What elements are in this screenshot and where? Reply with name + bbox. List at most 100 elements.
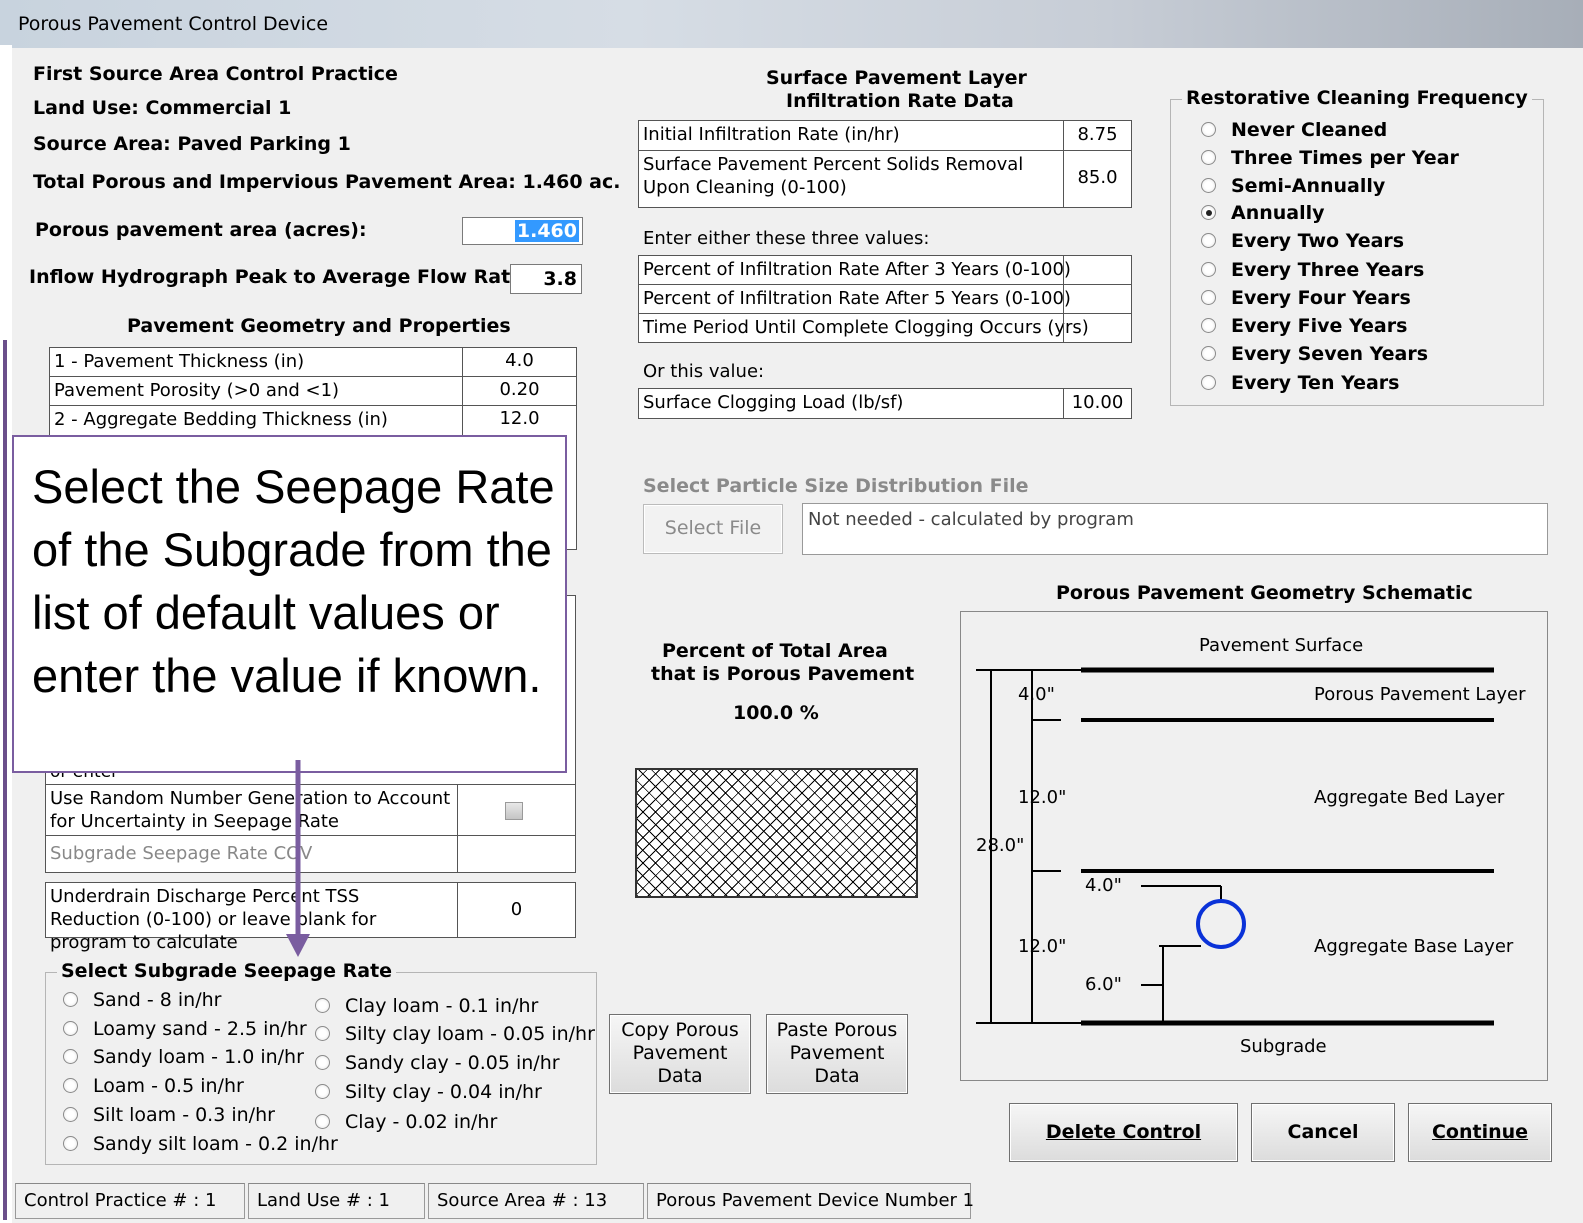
label-bed-layer: Aggregate Bed Layer xyxy=(1314,787,1505,808)
clog-value[interactable]: 10.00 xyxy=(1063,389,1131,418)
random-label: Use Random Number Generation to Account … xyxy=(50,788,451,832)
title-bar: Porous Pavement Control Device xyxy=(0,0,1583,48)
clog-table: Surface Clogging Load (lb/sf) 10.00 xyxy=(638,388,1132,419)
row-label: Initial Infiltration Rate (in/hr) xyxy=(643,124,900,145)
radio-icon xyxy=(63,992,78,1007)
schematic-drawing xyxy=(976,667,1494,1026)
radio-icon xyxy=(1201,346,1216,361)
inflow-ratio-input[interactable]: 3.8 xyxy=(510,264,582,294)
table-row: Time Period Until Complete Clogging Occu… xyxy=(639,314,1131,343)
dim-porous: 4.0" xyxy=(1018,684,1055,705)
radio-icon xyxy=(315,1084,330,1099)
radio-icon xyxy=(315,1026,330,1041)
radio-icon xyxy=(63,1078,78,1093)
row-label: Surface Pavement Percent Solids Removal … xyxy=(643,154,1024,198)
status-source-area: Source Area # : 13 xyxy=(428,1183,644,1219)
cov-value[interactable] xyxy=(457,836,575,872)
select-file-button[interactable]: Select File xyxy=(643,504,783,554)
clog-label: Surface Clogging Load (lb/sf) xyxy=(643,392,904,413)
infiltration-table: Initial Infiltration Rate (in/hr) 8.75 S… xyxy=(638,120,1132,208)
porous-hatch-swatch xyxy=(635,768,918,898)
underdrain-label: Underdrain Discharge Percent TSS Reducti… xyxy=(50,886,377,953)
surface-title-2: Infiltration Rate Data xyxy=(786,90,1014,112)
row-value[interactable]: 0.20 xyxy=(462,377,576,405)
random-checkbox[interactable] xyxy=(505,802,523,820)
radio-icon xyxy=(1201,233,1216,248)
row-label: 2 - Aggregate Bedding Thickness (in) xyxy=(54,409,388,430)
delete-control-button[interactable]: Delete Control xyxy=(1009,1103,1238,1162)
land-use-label: Land Use: Commercial 1 xyxy=(33,97,292,119)
radio-icon xyxy=(63,1136,78,1151)
dim-base: 12.0" xyxy=(1018,936,1067,957)
solids-removal-value[interactable]: 85.0 xyxy=(1063,151,1131,207)
percent-value: 100.0 % xyxy=(733,702,819,724)
radio-icon xyxy=(1201,150,1216,165)
radio-icon xyxy=(1201,290,1216,305)
geometry-title: Pavement Geometry and Properties xyxy=(127,315,511,337)
source-area-label: Source Area: Paved Parking 1 xyxy=(33,133,351,155)
porous-area-input[interactable]: 1.460 xyxy=(462,217,583,245)
row-value[interactable]: 4.0 xyxy=(462,348,576,376)
status-device: Porous Pavement Device Number 1 xyxy=(647,1183,974,1219)
schematic-panel: Pavement Surface Porous Pavement Layer A… xyxy=(960,611,1548,1081)
radio-selected-icon xyxy=(1201,205,1216,220)
schematic-title: Porous Pavement Geometry Schematic xyxy=(1056,582,1473,604)
cancel-button[interactable]: Cancel xyxy=(1251,1103,1395,1162)
row-value[interactable] xyxy=(1063,256,1131,284)
label-pavement-surface: Pavement Surface xyxy=(1199,635,1364,656)
dim-pipe-top: 4.0" xyxy=(1085,875,1122,896)
copy-porous-button[interactable]: Copy Porous Pavement Data xyxy=(609,1014,751,1094)
percent-label-1: Percent of Total Area xyxy=(662,640,888,662)
table-row: Initial Infiltration Rate (in/hr) 8.75 xyxy=(639,121,1131,151)
row-value[interactable]: 12.0 xyxy=(462,406,576,435)
label-subgrade: Subgrade xyxy=(1240,1036,1327,1057)
table-row: Percent of Infiltration Rate After 5 Yea… xyxy=(639,285,1131,314)
radio-icon xyxy=(63,1107,78,1122)
row-label: Percent of Infiltration Rate After 3 Yea… xyxy=(643,259,1071,280)
cleaning-title: Restorative Cleaning Frequency xyxy=(1182,87,1532,109)
three-values-table: Percent of Infiltration Rate After 3 Yea… xyxy=(638,255,1132,343)
practice-label: First Source Area Control Practice xyxy=(33,63,398,85)
particle-title: Select Particle Size Distribution File xyxy=(643,475,1029,497)
either-label: Enter either these three values: xyxy=(643,228,930,249)
inflow-ratio-value: 3.8 xyxy=(543,268,577,290)
table-row: Percent of Infiltration Rate After 3 Yea… xyxy=(639,256,1131,285)
surface-title-1: Surface Pavement Layer xyxy=(766,67,1027,89)
porous-area-value: 1.460 xyxy=(514,220,579,242)
window-title: Porous Pavement Control Device xyxy=(18,13,329,35)
dim-total: 28.0" xyxy=(976,835,1025,856)
initial-rate-value[interactable]: 8.75 xyxy=(1063,121,1131,150)
row-value[interactable] xyxy=(1063,285,1131,313)
table-row: 1 - Pavement Thickness (in) 4.0 xyxy=(50,348,576,377)
radio-icon xyxy=(1201,122,1216,137)
dim-bed: 12.0" xyxy=(1018,787,1067,808)
status-land-use: Land Use # : 1 xyxy=(248,1183,425,1219)
underdrain-value[interactable]: 0 xyxy=(457,883,575,937)
instruction-callout: Select the Seepage Rate of the Subgrade … xyxy=(12,435,567,773)
random-checkbox-cell xyxy=(457,785,575,835)
particle-note-field: Not needed - calculated by program xyxy=(802,503,1548,555)
radio-icon xyxy=(1201,178,1216,193)
radio-icon xyxy=(1201,375,1216,390)
label-porous-layer: Porous Pavement Layer xyxy=(1314,684,1526,705)
row-label: Time Period Until Complete Clogging Occu… xyxy=(643,317,1089,338)
radio-icon xyxy=(1201,262,1216,277)
radio-icon xyxy=(315,998,330,1013)
percent-label-2: that is Porous Pavement xyxy=(651,663,915,685)
paste-porous-button[interactable]: Paste Porous Pavement Data xyxy=(766,1014,908,1094)
cov-label: Subgrade Seepage Rate COV xyxy=(50,843,313,864)
row-label: Pavement Porosity (>0 and <1) xyxy=(54,380,340,401)
total-area-label: Total Porous and Impervious Pavement Are… xyxy=(33,171,621,193)
subgrade-title: Select Subgrade Seepage Rate xyxy=(57,960,397,982)
callout-arrow-icon xyxy=(286,760,310,957)
row-value[interactable] xyxy=(1063,314,1131,343)
continue-button[interactable]: Continue xyxy=(1408,1103,1552,1162)
radio-icon xyxy=(315,1114,330,1129)
table-row: 2 - Aggregate Bedding Thickness (in) 12.… xyxy=(50,406,576,435)
inflow-ratio-label: Inflow Hydrograph Peak to Average Flow R… xyxy=(29,266,530,288)
radio-icon xyxy=(1201,318,1216,333)
table-row: Surface Pavement Percent Solids Removal … xyxy=(639,151,1131,207)
status-practice: Control Practice # : 1 xyxy=(15,1183,245,1219)
table-row: Pavement Porosity (>0 and <1) 0.20 xyxy=(50,377,576,406)
window-left-accent xyxy=(3,340,7,1220)
